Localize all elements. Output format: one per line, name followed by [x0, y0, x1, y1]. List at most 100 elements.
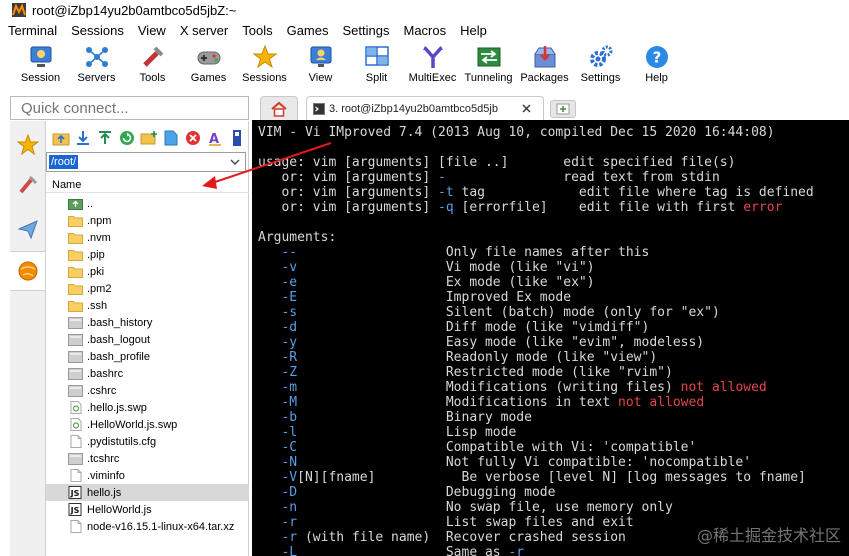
menu-macros[interactable]: Macros: [403, 23, 446, 38]
name-column-header[interactable]: Name: [52, 179, 81, 191]
file-row[interactable]: node-v16.15.1-linux-x64.tar.xz: [46, 518, 249, 535]
terminal-line: -r (with file name) Recover crashed sess…: [258, 530, 625, 545]
terminal-line: -e Ex mode (like "ex"): [258, 275, 594, 290]
file-name: .nvm: [87, 231, 111, 244]
toolbar-packages-button[interactable]: Packages: [518, 40, 571, 84]
menu-games[interactable]: Games: [287, 23, 329, 38]
terminal-option-flag: -t: [438, 185, 454, 200]
toolbar-settings-button[interactable]: Settings: [574, 40, 627, 84]
toolbar-tools-button[interactable]: Tools: [126, 40, 179, 84]
file-row[interactable]: .pki: [46, 263, 249, 280]
terminal-line: -M Modifications in text not allowed: [258, 395, 704, 410]
menu-terminal[interactable]: Terminal: [8, 23, 57, 38]
file-name: .pm2: [87, 282, 112, 295]
close-tab-icon[interactable]: [519, 102, 533, 116]
menu-sessions[interactable]: Sessions: [71, 23, 124, 38]
file-row[interactable]: JS hello.js: [46, 484, 249, 501]
menu-tools[interactable]: Tools: [242, 23, 272, 38]
sidebar-sessions-button[interactable]: [10, 125, 45, 165]
file-row[interactable]: .nvm: [46, 229, 249, 246]
paper-plane-icon: [16, 220, 38, 240]
toolbar-sessions-button[interactable]: Sessions: [238, 40, 291, 84]
toolbar-games-button[interactable]: Games: [182, 40, 235, 84]
chevron-down-icon[interactable]: [229, 156, 241, 168]
new-file-button[interactable]: [161, 127, 182, 149]
sessions-star-icon: [252, 44, 278, 70]
tools-icon: [18, 175, 37, 194]
download-button[interactable]: [72, 127, 93, 149]
rename-button[interactable]: A: [205, 127, 226, 149]
sidebar-tools-button[interactable]: [10, 165, 45, 205]
file-row[interactable]: .bash_profile: [46, 348, 249, 365]
new-folder-button[interactable]: [138, 127, 159, 149]
terminal-text: Vi mode (like "vi"): [297, 260, 595, 275]
quick-connect-input[interactable]: [11, 97, 248, 119]
file-row[interactable]: .npm: [46, 212, 249, 229]
parent-dir-button[interactable]: [50, 127, 71, 149]
toolbar-view-button[interactable]: View: [294, 40, 347, 84]
tools-icon: [140, 44, 166, 70]
terminal-option-flag: -R: [281, 350, 298, 365]
quick-connect-box[interactable]: [10, 96, 249, 120]
file-row[interactable]: .tcshrc: [46, 450, 249, 467]
window-title: root@iZbp14yu2b0amtbco5d5jbZ:~: [32, 2, 237, 18]
file-row[interactable]: JS HelloWorld.js: [46, 501, 249, 518]
menu-help[interactable]: Help: [460, 23, 487, 38]
toolbar-tunneling-button[interactable]: Tunneling: [462, 40, 515, 84]
terminal-view[interactable]: @稀土掘金技术社区 VIM - Vi IMproved 7.4 (2013 Au…: [252, 120, 849, 556]
file-row[interactable]: .bashrc: [46, 365, 249, 382]
session-tab-active[interactable]: 3. root@iZbp14yu2b0amtbco5d5jb: [306, 96, 544, 120]
multiexec-icon: [420, 44, 446, 70]
file-panel-toolbar: A: [46, 125, 249, 151]
upload-button[interactable]: [94, 127, 115, 149]
swap-file-icon: [70, 401, 82, 414]
file-row[interactable]: .bash_logout: [46, 331, 249, 348]
file-row[interactable]: .hello.js.swp: [46, 399, 249, 416]
toolbar-split-button[interactable]: Split: [350, 40, 403, 84]
file-row[interactable]: .pydistutils.cfg: [46, 433, 249, 450]
file-row[interactable]: .ssh: [46, 297, 249, 314]
toolbar-multiexec-button[interactable]: MultiExec: [406, 40, 459, 84]
download-icon: [76, 131, 89, 145]
menu-view[interactable]: View: [138, 23, 166, 38]
file-row[interactable]: ..: [46, 195, 249, 212]
file-icon: [68, 351, 83, 363]
refresh-button[interactable]: [116, 127, 137, 149]
file-icon: [68, 385, 83, 397]
file-list-header[interactable]: Name: [46, 177, 249, 193]
sidebar-macros-button[interactable]: [10, 209, 45, 249]
file-row[interactable]: .viminfo: [46, 467, 249, 484]
toolbar-servers-button[interactable]: Servers: [70, 40, 123, 84]
remote-path-combobox[interactable]: /root/: [46, 152, 246, 172]
new-tab-button[interactable]: [550, 100, 576, 118]
terminal-line: -v Vi mode (like "vi"): [258, 260, 595, 275]
home-tab[interactable]: [260, 96, 298, 120]
file-row[interactable]: .bash_history: [46, 314, 249, 331]
delete-icon: [186, 131, 201, 145]
terminal-text: Debugging mode: [297, 485, 556, 500]
file-row[interactable]: .pm2: [46, 280, 249, 297]
terminal-text: Restricted mode (like "rvim"): [297, 365, 673, 380]
file-row[interactable]: .HelloWorld.js.swp: [46, 416, 249, 433]
menu-settings[interactable]: Settings: [343, 23, 390, 38]
remote-path-value[interactable]: /root/: [49, 155, 79, 169]
menu-x-server[interactable]: X server: [180, 23, 228, 38]
folder-icon: [68, 250, 83, 261]
sidebar-sftp-button[interactable]: [10, 251, 45, 291]
terminal-tab-icon: [313, 102, 325, 115]
toolbar-session-button[interactable]: Session: [14, 40, 67, 84]
terminal-line: -L Same as -r: [258, 545, 524, 556]
svg-text:A: A: [209, 132, 219, 146]
file-row[interactable]: .pip: [46, 246, 249, 263]
properties-button[interactable]: [227, 127, 248, 149]
file-name: ..: [87, 197, 94, 210]
delete-button[interactable]: [183, 127, 204, 149]
file-row[interactable]: .cshrc: [46, 382, 249, 399]
toolbar-help-button[interactable]: ? Help: [630, 40, 683, 84]
mobaxterm-app-icon: [12, 3, 26, 17]
